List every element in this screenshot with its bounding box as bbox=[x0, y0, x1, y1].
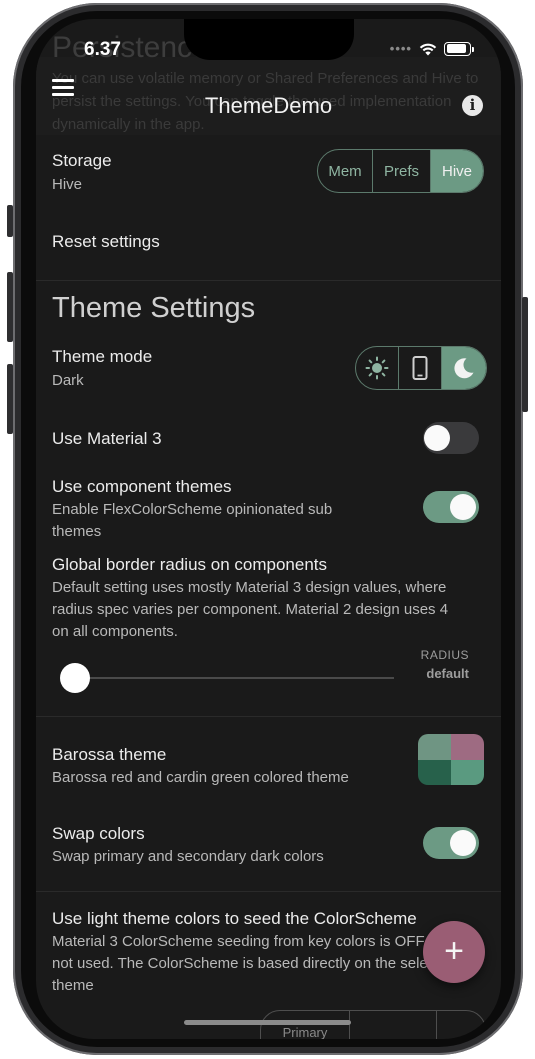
seed-colors-title: Use light theme colors to seed the Color… bbox=[52, 909, 417, 928]
status-icons: •••• bbox=[389, 41, 474, 56]
material3-title: Use Material 3 bbox=[52, 429, 162, 448]
component-themes-title: Use component themes bbox=[52, 477, 232, 496]
swatch-tertiary bbox=[451, 759, 484, 785]
mute-switch bbox=[7, 205, 13, 237]
wifi-icon bbox=[419, 43, 437, 55]
border-radius-slider-track[interactable] bbox=[76, 677, 394, 679]
info-icon[interactable]: i bbox=[462, 95, 483, 116]
divider bbox=[36, 716, 501, 717]
swap-colors-switch[interactable] bbox=[423, 827, 479, 859]
component-themes-switch[interactable] bbox=[423, 491, 479, 523]
component-themes-subtitle: Enable FlexColorScheme opinionated sub t… bbox=[52, 501, 333, 540]
segment-primary[interactable]: Primary bbox=[261, 1011, 350, 1039]
radius-value: default bbox=[426, 666, 469, 681]
cellular-signal-icon: •••• bbox=[389, 41, 412, 56]
light-mode-option[interactable] bbox=[356, 347, 399, 389]
phone-icon bbox=[412, 356, 428, 380]
segment-middle[interactable] bbox=[350, 1011, 437, 1039]
plus-icon: + bbox=[444, 932, 464, 970]
screen: 6.37 •••• Persistence You can use volati… bbox=[36, 19, 501, 1039]
divider bbox=[36, 891, 501, 892]
theme-mode-value: Dark bbox=[52, 372, 84, 389]
theme-settings-heading: Theme Settings bbox=[52, 292, 256, 324]
swap-colors-subtitle: Swap primary and secondary dark colors bbox=[52, 848, 324, 865]
theme-subtitle: Barossa red and cardin green colored the… bbox=[52, 769, 349, 786]
storage-option-hive[interactable]: Hive bbox=[431, 150, 483, 192]
border-radius-subtitle: Default setting uses mostly Material 3 d… bbox=[52, 579, 449, 640]
swatch-secondary bbox=[451, 734, 484, 760]
dark-mode-option[interactable] bbox=[442, 347, 486, 389]
swatch-primary bbox=[418, 734, 451, 760]
volume-down-button bbox=[7, 364, 13, 434]
storage-option-prefs[interactable]: Prefs bbox=[373, 150, 431, 192]
seed-colors-subtitle: Material 3 ColorScheme seeding from key … bbox=[52, 933, 457, 994]
status-time: 6.37 bbox=[84, 39, 121, 60]
theme-mode-title: Theme mode bbox=[52, 347, 153, 366]
home-indicator bbox=[184, 1020, 351, 1025]
swatch-primary-container bbox=[418, 759, 451, 785]
add-fab-button[interactable]: + bbox=[423, 921, 485, 983]
storage-option-mem[interactable]: Mem bbox=[318, 150, 373, 192]
border-radius-title: Global border radius on components bbox=[52, 555, 327, 574]
theme-color-swatch[interactable] bbox=[418, 734, 484, 785]
border-radius-slider-thumb[interactable] bbox=[60, 663, 90, 693]
app-title: ThemeDemo bbox=[204, 93, 333, 118]
system-mode-option[interactable] bbox=[399, 347, 442, 389]
theme-title: Barossa theme bbox=[52, 745, 167, 764]
swap-colors-title: Swap colors bbox=[52, 824, 145, 843]
divider bbox=[36, 280, 501, 281]
volume-up-button bbox=[7, 272, 13, 342]
power-button bbox=[522, 297, 528, 412]
storage-toggle: Mem Prefs Hive bbox=[317, 149, 484, 193]
theme-mode-toggle bbox=[355, 346, 487, 390]
sun-icon bbox=[365, 356, 389, 380]
moon-icon bbox=[454, 358, 474, 379]
storage-title: Storage bbox=[52, 151, 112, 170]
radius-label: RADIUS bbox=[420, 648, 469, 662]
notch bbox=[184, 19, 354, 60]
battery-icon bbox=[444, 41, 474, 56]
material3-switch[interactable] bbox=[423, 422, 479, 454]
reset-settings-button[interactable]: Reset settings bbox=[52, 232, 160, 252]
storage-value: Hive bbox=[52, 176, 83, 193]
